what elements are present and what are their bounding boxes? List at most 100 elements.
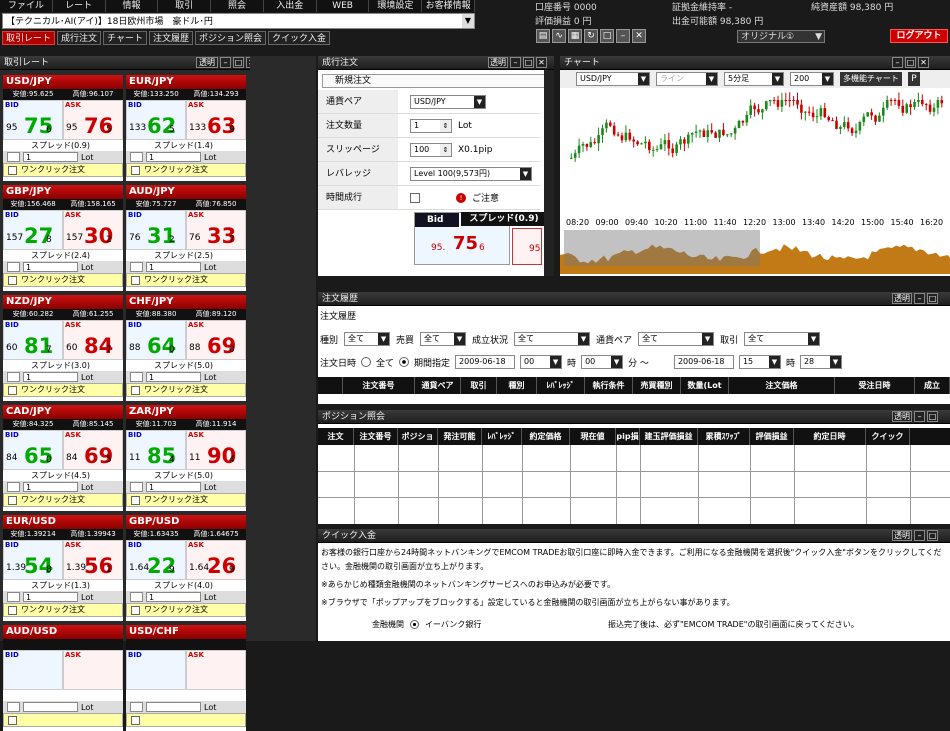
multi-chart-button[interactable]: 多機能チャート [840,72,902,86]
logout-button[interactable]: ログアウト [890,29,948,43]
layout-select[interactable]: オリジナル① ▼ [737,30,825,43]
ask-button[interactable]: ASK 1.39 56 1 [63,540,123,580]
one-click-checkbox[interactable] [8,165,17,175]
bid-button[interactable]: BID 88 64 0 [126,320,186,360]
bank-radio[interactable] [410,620,419,629]
ask-button[interactable]: ASK 84 69 5 [63,430,123,470]
minimize-icon[interactable]: – [914,293,925,304]
status-select[interactable]: 全て ▼ [514,332,591,346]
one-click-checkbox[interactable] [8,605,17,615]
ask-button[interactable]: ASK [63,650,123,690]
window-icon[interactable]: □ [600,29,614,43]
bid-button[interactable]: BID 95 75 6 [3,100,63,140]
one-click-checkbox[interactable] [8,715,17,725]
menu-item[interactable]: WEB [317,0,370,12]
module-tab[interactable]: ポジション照会 [194,31,266,45]
bid-button[interactable]: BID 133 62 5 [126,100,186,140]
bid-button[interactable]: BID [3,650,63,690]
minimize-icon[interactable]: – [892,57,903,68]
lot-input[interactable]: 1 [23,592,78,602]
ask-button[interactable]: ASK 11 90 4 [186,430,246,470]
menu-item[interactable]: 取引 [158,0,212,12]
transparent-button[interactable]: 透明 [892,293,912,304]
column-header[interactable]: 取引 [461,377,497,394]
menu-item[interactable]: ファイル [0,0,53,12]
menu-item[interactable]: レート [53,0,106,12]
lot-stepper[interactable] [130,152,143,162]
menu-item[interactable]: 環境設定 [369,0,423,12]
minimize-icon[interactable]: – [220,57,231,68]
column-header[interactable]: 成立 [915,377,950,394]
radio-period[interactable] [399,357,410,367]
column-header[interactable]: 注文番号 [343,377,415,394]
column-header[interactable]: 建玉評価損益 [640,428,698,445]
overview-chart[interactable] [560,230,950,274]
lot-input[interactable]: 1 [23,372,78,382]
lot-stepper[interactable] [7,592,20,602]
bid-button[interactable]: BID [126,650,186,690]
column-header[interactable]: ポジション [398,428,438,458]
radio-all[interactable] [361,357,372,367]
order-scrollbar[interactable] [544,70,554,276]
module-tab[interactable]: チャート [103,31,147,45]
chart-pair-select[interactable]: USD/JPY ▼ [576,72,650,86]
one-click-checkbox[interactable] [131,275,140,285]
minimize-icon[interactable]: – [616,29,630,43]
ask-button[interactable]: ASK [186,650,246,690]
date-from[interactable]: 2009-06-18 [455,355,516,369]
column-header[interactable]: 受注日時 [835,377,915,394]
minimize-icon[interactable]: – [510,57,521,68]
lot-stepper[interactable] [7,372,20,382]
one-click-checkbox[interactable] [8,495,17,505]
lot-stepper[interactable] [130,482,143,492]
maximize-icon[interactable]: □ [905,57,916,68]
lot-stepper[interactable] [130,592,143,602]
lot-input[interactable]: 1 [146,482,201,492]
ask-button[interactable]: 95 [512,228,542,265]
minimize-icon[interactable]: – [914,411,925,422]
close-icon[interactable]: ✕ [632,29,646,43]
lot-input[interactable] [146,702,201,712]
module-tab[interactable]: 成行注文 [57,31,102,45]
chart-icon[interactable]: ∿ [552,29,566,43]
ask-button[interactable]: ASK 1.64 26 9 [186,540,246,580]
hour-from[interactable]: 00 ▼ [520,355,563,369]
one-click-checkbox[interactable] [131,715,140,725]
candlestick-chart[interactable] [560,88,950,230]
stepper-icon[interactable]: ⇕ [440,119,451,132]
minimize-icon[interactable]: – [914,530,925,541]
bid-button[interactable]: BID 11 85 4 [126,430,186,470]
slippage-input[interactable]: 100 ⇕ [410,142,452,157]
column-header[interactable]: 発注可能 [438,428,482,445]
chart-period-select[interactable]: 5分足 ▼ [724,72,784,86]
one-click-checkbox[interactable] [131,385,140,395]
column-header[interactable]: 執行条件 [585,377,633,394]
column-header[interactable]: 数量(Lot [681,377,729,394]
column-header[interactable]: 約定日時 [794,428,866,445]
chart-count-select[interactable]: 200 ▼ [790,72,834,86]
lot-input[interactable]: 1 [23,152,78,162]
ask-button[interactable]: ASK 95 76 5 [63,100,123,140]
pair-filter-select[interactable]: 全て ▼ [638,332,715,346]
print-icon[interactable]: ▤ [536,29,550,43]
minute-from[interactable]: 00 ▼ [581,355,624,369]
kind-select[interactable]: 全て ▼ [344,332,391,346]
bid-button[interactable]: BID 1.39 54 8 [3,540,63,580]
lot-stepper[interactable] [130,372,143,382]
date-to[interactable]: 2009-06-18 [673,355,734,369]
column-header[interactable]: 現在値 [570,428,616,445]
ask-button[interactable]: ASK 76 33 7 [186,210,246,250]
module-tab[interactable]: 注文履歴 [148,31,193,45]
one-click-checkbox[interactable] [131,165,140,175]
lot-stepper[interactable] [7,702,20,712]
one-click-checkbox[interactable] [131,605,140,615]
refresh-icon[interactable]: ↻ [584,29,598,43]
maximize-icon[interactable]: □ [927,411,938,422]
lot-stepper[interactable] [130,262,143,272]
menu-item[interactable]: お客様情報 [422,0,476,12]
column-header[interactable]: 評価損益 [750,428,794,445]
ask-button[interactable]: ASK 88 69 0 [186,320,246,360]
column-header[interactable]: 注文 [318,428,354,445]
close-icon[interactable]: ✕ [536,57,547,68]
pair-select[interactable]: USD/JPY ▼ [410,94,486,109]
